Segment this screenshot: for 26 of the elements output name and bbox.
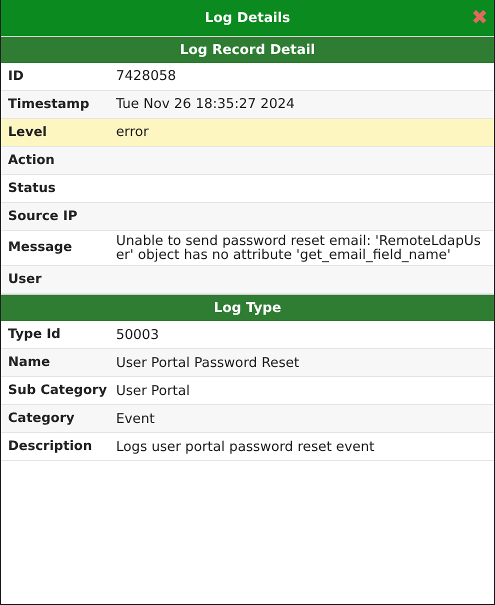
field-label: ID <box>7 68 25 86</box>
field-label: Name <box>7 354 52 372</box>
field-value: 7428058 <box>116 69 178 84</box>
field-value: User Portal <box>116 384 191 398</box>
field-label: Message <box>7 239 74 258</box>
field-value: Logs user portal password reset event <box>116 440 376 454</box>
field-value: Unable to send password reset email: 'RemoteLdapUser' object has no attribute 'get_email_field_name' <box>116 234 482 262</box>
field-label: Category <box>7 410 76 428</box>
section-header: Log Record Detail <box>1 36 494 63</box>
field-value: error <box>116 125 150 140</box>
field-value: 50003 <box>116 328 160 342</box>
field-label: Sub Category <box>7 382 108 400</box>
field-label: Status <box>7 180 57 198</box>
field-label: Description <box>7 438 94 456</box>
field-label: Source IP <box>7 208 78 226</box>
field-value: Event <box>116 412 156 426</box>
field-value: Tue Nov 26 18:35:27 2024 <box>116 97 296 112</box>
field-value: User Portal Password Reset <box>116 356 300 370</box>
close-button[interactable]: ✖ <box>471 6 488 28</box>
field-label: Action <box>7 152 56 170</box>
field-label: Timestamp <box>7 96 90 114</box>
field-label: Level <box>7 124 48 142</box>
field-label: Type Id <box>7 326 62 344</box>
field-label: User <box>7 271 43 290</box>
section-header: Log Type <box>1 294 494 322</box>
window-title: Log Details <box>204 8 290 28</box>
